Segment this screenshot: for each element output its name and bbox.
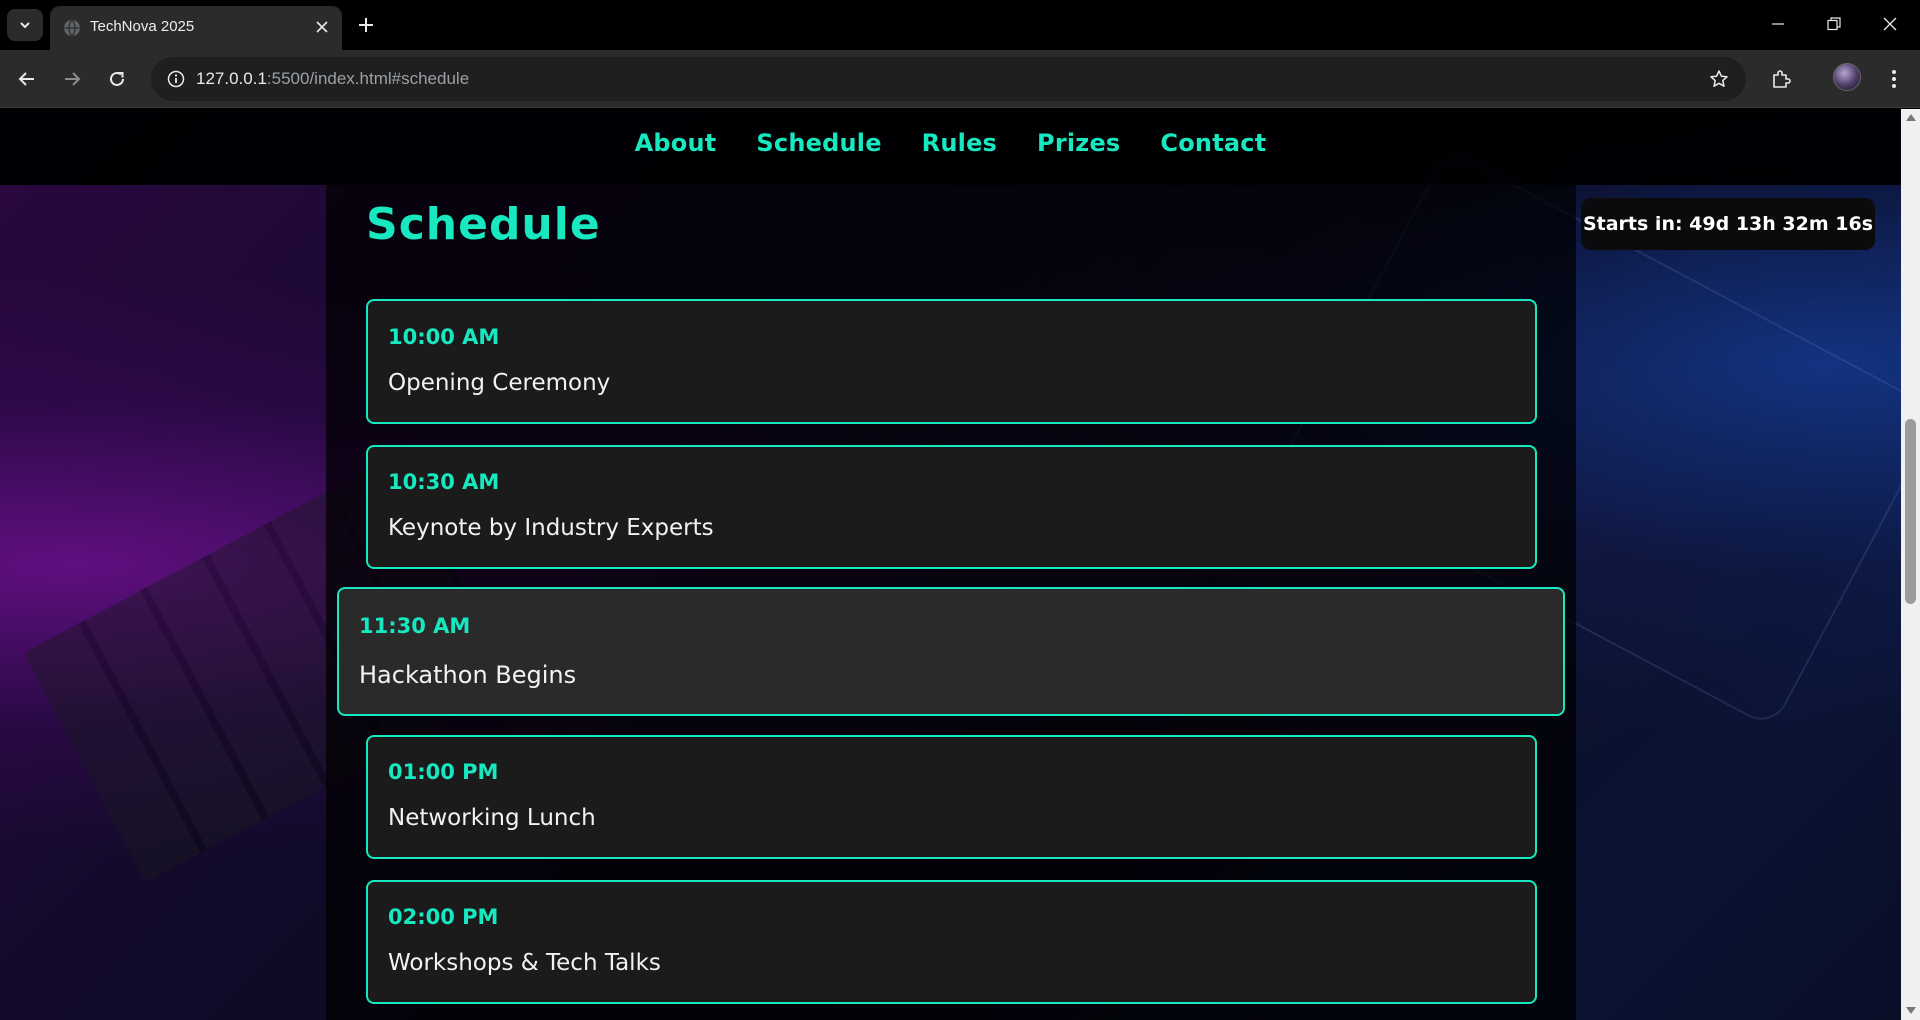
browser-tab-active[interactable]: TechNova 2025 (50, 6, 342, 50)
extensions-icon (1773, 70, 1791, 88)
site-info-button[interactable] (161, 64, 191, 94)
reload-button[interactable] (100, 62, 134, 96)
chevron-down-icon (20, 22, 30, 29)
site-navbar: About Schedule Rules Prizes Contact (0, 109, 1901, 185)
schedule-card[interactable]: 10:30 AM Keynote by Industry Experts (366, 445, 1537, 569)
schedule-card-hovered[interactable]: 11:30 AM Hackathon Begins (337, 587, 1565, 716)
schedule-event: Opening Ceremony (388, 370, 611, 396)
url-text[interactable]: 127.0.0.1:5500/index.html#schedule (196, 69, 469, 89)
scroll-down-arrow-icon[interactable] (1906, 1007, 1916, 1014)
section-title: Schedule (366, 199, 601, 250)
browser-menu-button[interactable] (1877, 62, 1911, 96)
tab-title: TechNova 2025 (90, 18, 195, 35)
scroll-up-arrow-icon[interactable] (1906, 114, 1916, 121)
nav-links: About Schedule Rules Prizes Contact (0, 129, 1901, 157)
restore-button[interactable] (1810, 6, 1858, 42)
nav-link-schedule[interactable]: Schedule (756, 129, 881, 157)
forward-icon (65, 72, 81, 86)
page-viewport: About Schedule Rules Prizes Contact Sche… (0, 109, 1901, 1020)
window-close-button[interactable] (1866, 6, 1914, 42)
restore-icon (1827, 17, 1841, 31)
reload-icon (110, 71, 124, 86)
url-path: :5500/index.html#schedule (266, 69, 470, 88)
minimize-icon (1772, 23, 1784, 25)
globe-icon (64, 19, 80, 37)
schedule-card[interactable]: 10:00 AM Opening Ceremony (366, 299, 1537, 424)
address-bar[interactable]: 127.0.0.1:5500/index.html#schedule (151, 57, 1746, 101)
back-icon (18, 72, 34, 86)
minimize-button[interactable] (1754, 6, 1802, 42)
schedule-card[interactable]: 02:00 PM Workshops & Tech Talks (366, 880, 1537, 1004)
schedule-time: 11:30 AM (359, 614, 471, 638)
schedule-event: Workshops & Tech Talks (388, 950, 661, 976)
schedule-event: Keynote by Industry Experts (388, 515, 714, 541)
extensions-button[interactable] (1764, 62, 1798, 96)
countdown-timer: Starts in: 49d 13h 32m 16s (1581, 198, 1875, 250)
browser-tab-strip: TechNova 2025 (0, 0, 1920, 50)
schedule-event: Hackathon Begins (359, 661, 577, 689)
back-button[interactable] (10, 62, 44, 96)
tab-search-button[interactable] (7, 9, 43, 41)
nav-link-rules[interactable]: Rules (922, 129, 997, 157)
star-icon (1710, 70, 1728, 87)
nav-link-contact[interactable]: Contact (1160, 129, 1266, 157)
bookmark-button[interactable] (1704, 64, 1734, 94)
schedule-event: Networking Lunch (388, 805, 596, 831)
plus-icon (359, 18, 373, 32)
schedule-time: 10:00 AM (388, 325, 500, 349)
close-icon (316, 21, 328, 33)
schedule-time: 10:30 AM (388, 470, 500, 494)
close-icon (1883, 17, 1897, 31)
forward-button[interactable] (55, 62, 89, 96)
new-tab-button[interactable] (351, 10, 381, 40)
schedule-time: 02:00 PM (388, 905, 499, 929)
tab-close-button[interactable] (310, 15, 334, 39)
nav-link-about[interactable]: About (635, 129, 717, 157)
info-icon (167, 70, 185, 88)
scrollbar-thumb[interactable] (1905, 419, 1916, 604)
schedule-time: 01:00 PM (388, 760, 499, 784)
schedule-card[interactable]: 01:00 PM Networking Lunch (366, 735, 1537, 859)
profile-avatar[interactable] (1833, 63, 1861, 91)
kebab-menu-icon (1892, 70, 1896, 88)
page-scrollbar[interactable] (1901, 109, 1920, 1020)
url-host: 127.0.0.1 (196, 69, 267, 88)
browser-toolbar: 127.0.0.1:5500/index.html#schedule (0, 50, 1920, 108)
nav-link-prizes[interactable]: Prizes (1037, 129, 1120, 157)
